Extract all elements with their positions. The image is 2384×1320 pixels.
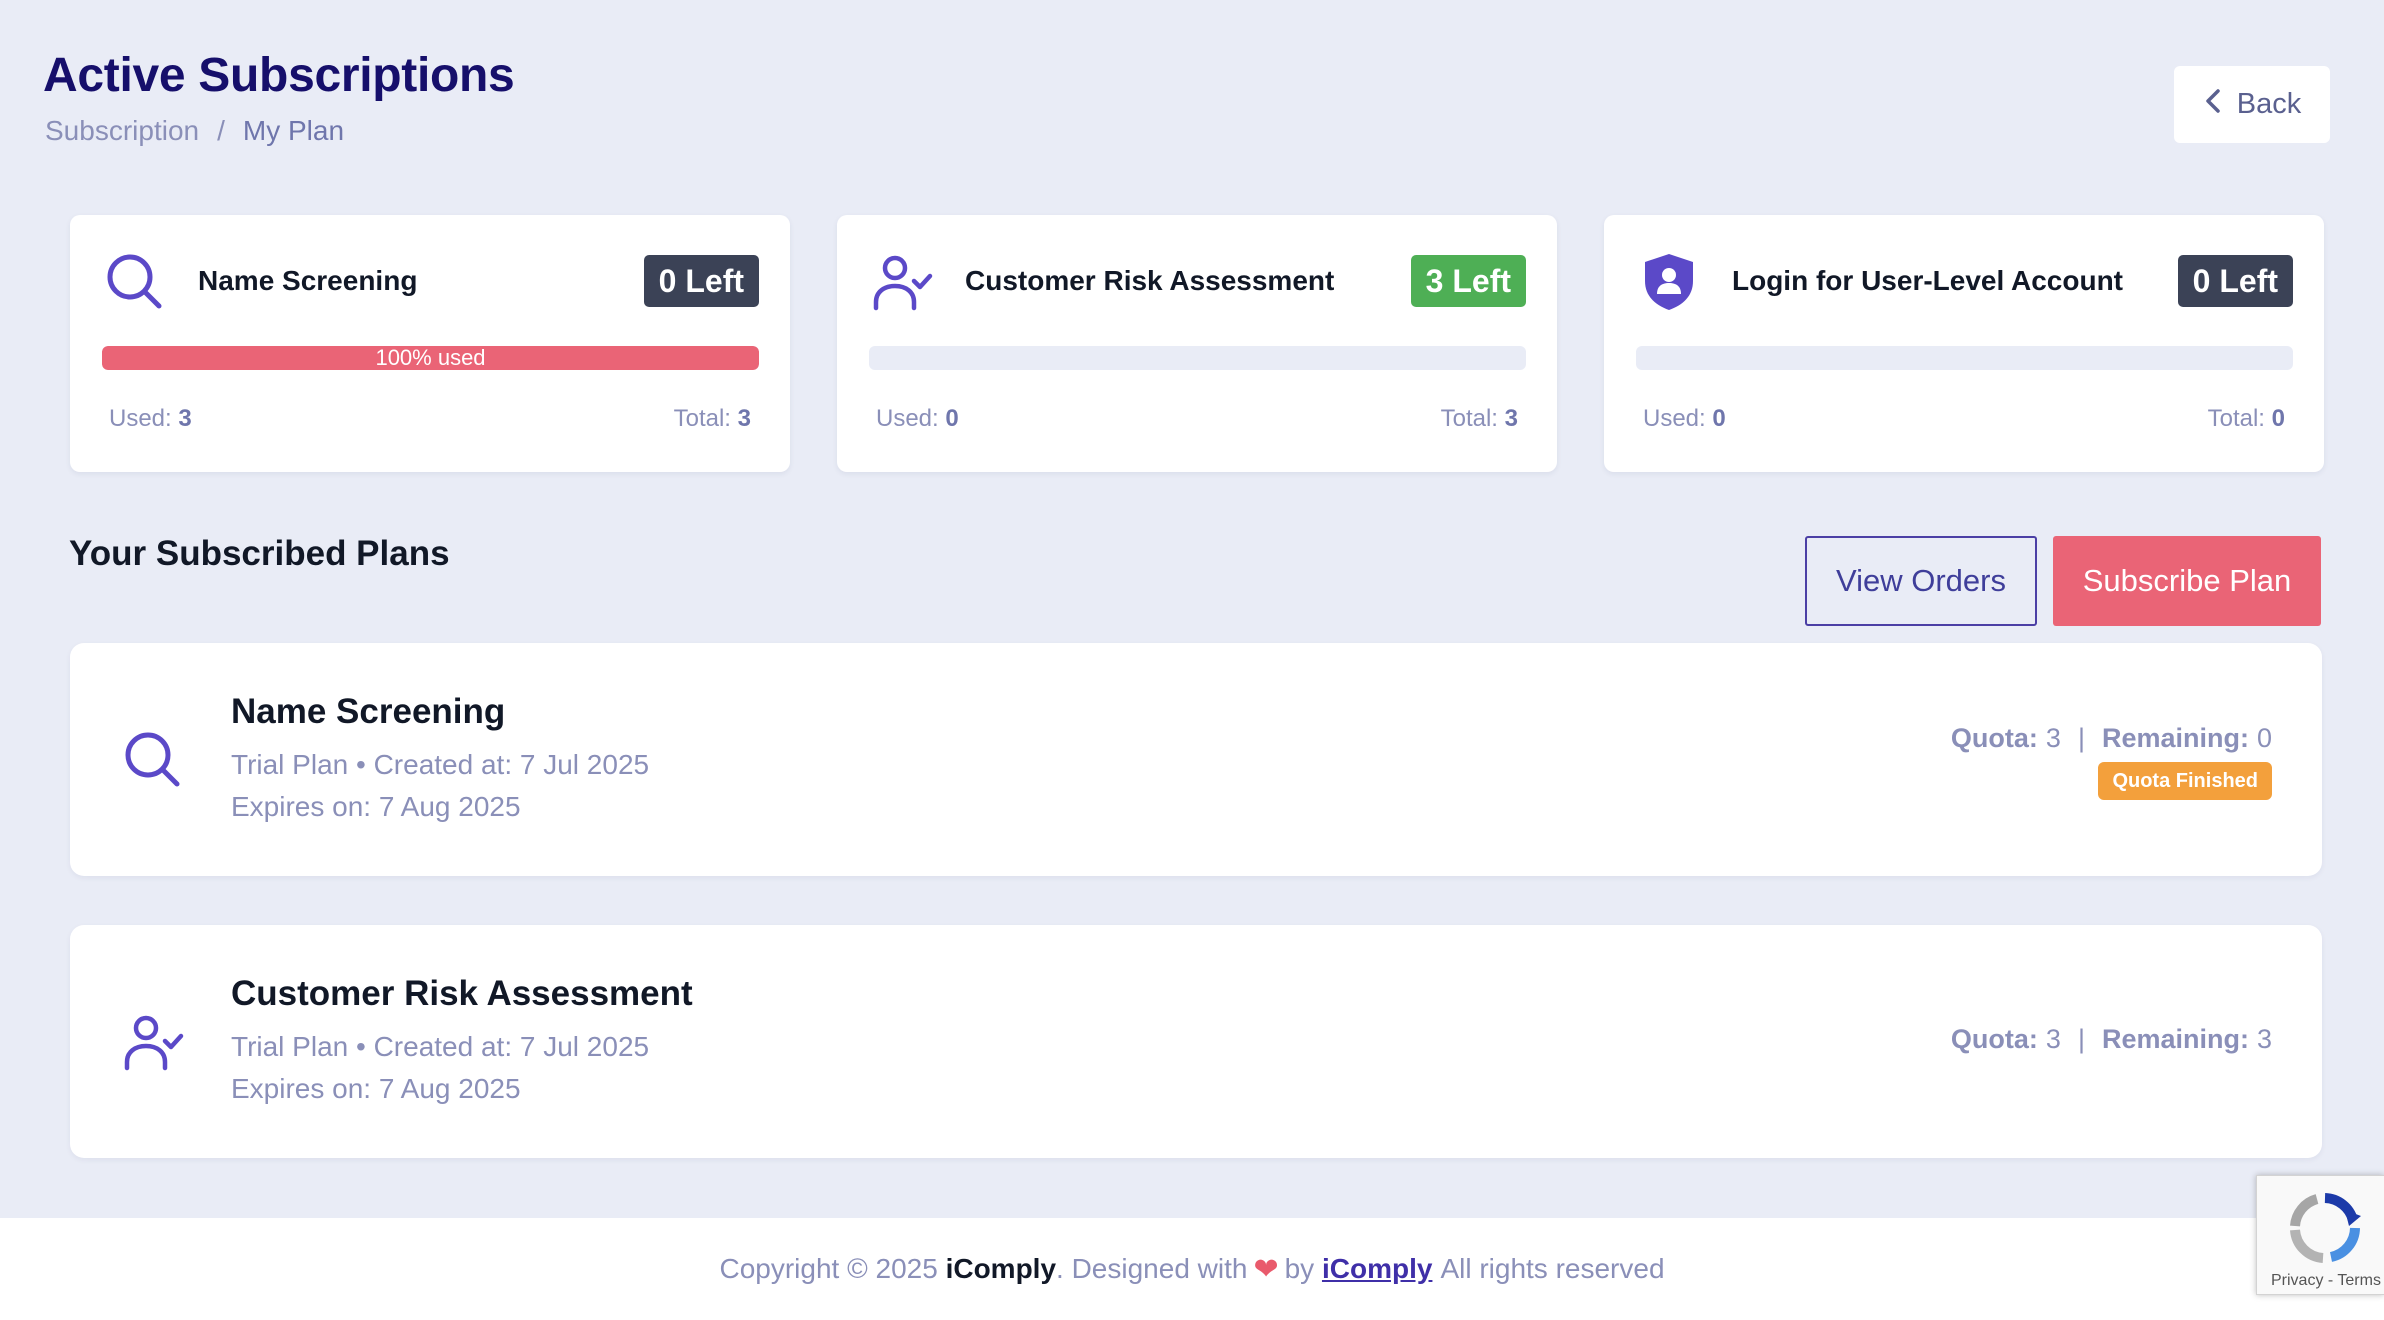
plan-meta: Trial Plan • Created at: 7 Jul 2025 Expi… (231, 1026, 649, 1110)
stat-card-name-screening: Name Screening 0 Left 100% used Used: 3 … (70, 215, 790, 472)
subscribe-plan-button[interactable]: Subscribe Plan (2053, 536, 2321, 626)
user-check-icon (871, 251, 933, 313)
footer-designed-with: . Designed with (1056, 1253, 1248, 1284)
view-orders-button[interactable]: View Orders (1805, 536, 2037, 626)
status-badge: Quota Finished (2098, 762, 2272, 800)
breadcrumb: Subscription / My Plan (45, 115, 344, 147)
plan-quota: Quota: 3 | Remaining: 3 (1950, 1024, 2272, 1054)
left-badge: 0 Left (2177, 255, 2293, 307)
plan-created: Trial Plan • Created at: 7 Jul 2025 (231, 1031, 650, 1062)
left-badge: 3 Left (1410, 255, 1526, 307)
search-icon (118, 725, 188, 795)
plan-card-name-screening: Name Screening Trial Plan • Created at: … (70, 643, 2322, 876)
stat-card-customer-risk-assessment: Customer Risk Assessment 3 Left Used: 0 … (837, 215, 1557, 472)
footer-copyright: Copyright © 2025 (719, 1253, 938, 1284)
plan-expires: Expires on: 7 Aug 2025 (231, 1073, 521, 1104)
footer: Copyright © 2025 iComply. Designed with ❤… (0, 1218, 2384, 1320)
usage-progress-bar (869, 346, 1526, 370)
chevron-left-icon (2203, 88, 2225, 122)
recaptcha-links[interactable]: Privacy - Terms (2271, 1272, 2381, 1290)
footer-brand-link[interactable]: iComply (1322, 1253, 1432, 1285)
plan-created: Trial Plan • Created at: 7 Jul 2025 (231, 749, 650, 780)
total-count: Total: 0 (2207, 405, 2285, 432)
recaptcha-badge[interactable]: Privacy - Terms (2256, 1175, 2384, 1295)
plan-meta: Trial Plan • Created at: 7 Jul 2025 Expi… (231, 744, 649, 828)
plan-name: Name Screening (231, 692, 506, 731)
plan-name: Customer Risk Assessment (231, 974, 693, 1013)
plan-quota: Quota: 3 | Remaining: 0 (1950, 723, 2272, 753)
search-icon (104, 251, 166, 313)
usage-progress-bar (1636, 346, 2293, 370)
footer-brand: iComply (945, 1253, 1057, 1284)
section-title: Your Subscribed Plans (69, 534, 450, 573)
left-badge: 0 Left (643, 255, 759, 307)
footer-by: by (1284, 1253, 1315, 1284)
plan-expires: Expires on: 7 Aug 2025 (231, 791, 521, 822)
page-title: Active Subscriptions (43, 49, 515, 102)
plan-card-customer-risk-assessment: Customer Risk Assessment Trial Plan • Cr… (70, 925, 2322, 1158)
user-check-icon (118, 1007, 188, 1077)
back-label: Back (2236, 88, 2302, 120)
stat-title: Name Screening (198, 265, 418, 296)
used-count: Used: 3 (109, 405, 192, 432)
used-count: Used: 0 (1643, 405, 1726, 432)
breadcrumb-item-subscription[interactable]: Subscription (45, 115, 199, 147)
stat-title: Customer Risk Assessment (965, 265, 1335, 296)
page: Active Subscriptions Subscription / My P… (0, 0, 2384, 1218)
stat-card-login-user-level: Login for User-Level Account 0 Left Used… (1604, 215, 2324, 472)
total-count: Total: 3 (673, 405, 751, 432)
used-count: Used: 0 (876, 405, 959, 432)
recaptcha-icon (2287, 1190, 2363, 1266)
breadcrumb-item-my-plan: My Plan (242, 115, 345, 146)
breadcrumb-separator: / (217, 115, 225, 146)
footer-rights: All rights reserved (1440, 1253, 1665, 1284)
heart-icon: ❤ (1253, 1252, 1279, 1286)
back-button[interactable]: Back (2174, 66, 2330, 143)
usage-progress-fill: 100% used (102, 346, 759, 370)
shield-user-icon (1638, 251, 1700, 313)
stat-title: Login for User-Level Account (1732, 265, 2124, 296)
usage-progress-bar: 100% used (102, 346, 759, 370)
total-count: Total: 3 (1440, 405, 1518, 432)
